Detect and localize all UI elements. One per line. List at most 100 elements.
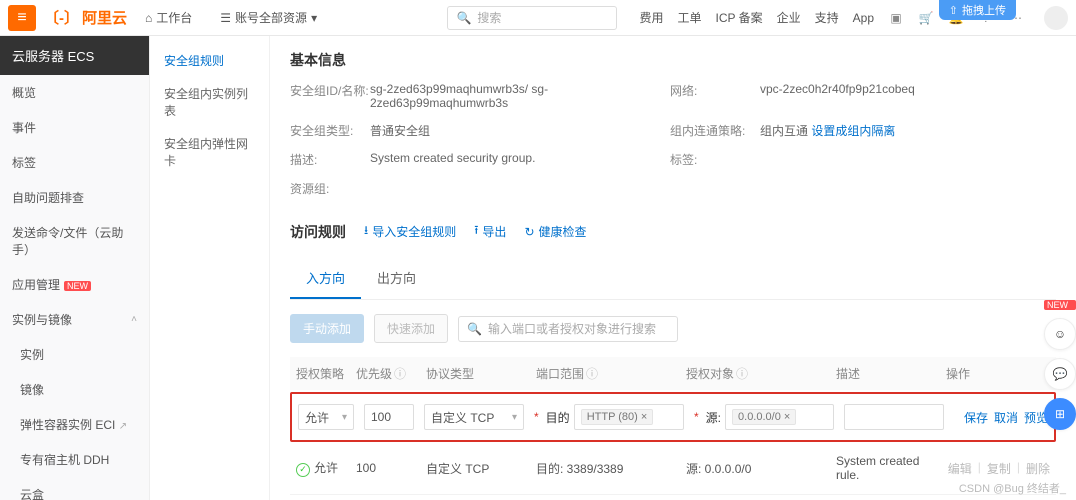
upload-badge[interactable]: ⇧拖拽上传 [939, 0, 1016, 20]
rail-apps-icon[interactable]: ⊞ [1044, 398, 1076, 430]
cell-policy: ✓允许 [296, 459, 356, 477]
col-policy: 授权策略 [296, 365, 356, 382]
protocol-select[interactable]: 自定义 TCP▾ [424, 404, 524, 430]
cell-port: 目的: 3389/3389 [536, 460, 686, 477]
close-icon[interactable]: × [641, 411, 647, 423]
priority-input[interactable]: 100 [364, 404, 414, 430]
policy-select[interactable]: 允许▾ [298, 404, 354, 430]
check-icon: ✓ [296, 463, 310, 477]
info-value: 组内互通 设置成组内隔离 [760, 122, 960, 139]
config-link[interactable]: 设置成组内隔离 [811, 124, 895, 138]
sidebar-item[interactable]: 自助问题排查 [0, 180, 149, 215]
dest-port-input[interactable]: HTTP (80)× [574, 404, 684, 430]
terminal-icon[interactable]: ▣ [888, 10, 904, 26]
nav-enterprise[interactable]: 企业 [777, 9, 801, 26]
cell-priority: 100 [356, 461, 426, 475]
cell-object: 源: 0.0.0.0/0 [686, 460, 836, 477]
direction-tabs: 入方向 出方向 [290, 258, 1056, 300]
rail-chat-icon[interactable]: 💬 [1044, 358, 1076, 390]
info-label: 安全组类型: [290, 122, 370, 139]
row-op[interactable]: 复制 [987, 460, 1011, 477]
info-value [760, 180, 960, 197]
export-rules-button[interactable]: ⭱导出 [474, 221, 506, 242]
close-icon[interactable]: × [784, 411, 790, 423]
info-icon: ⓘ [736, 367, 748, 381]
dest-label: 目的 [546, 409, 570, 426]
table-row: ✓允许100自定义 TCP目的: 22/22源: 0.0.0.0/0System… [290, 495, 1056, 500]
new-rule-form: 允许▾ 100 自定义 TCP▾ *目的 HTTP (80)× *源: 0.0.… [290, 392, 1056, 442]
col-protocol: 协议类型 [426, 365, 536, 382]
info-label [670, 180, 760, 197]
brand-logo[interactable]: 〔-〕阿里云 [44, 7, 127, 28]
info-value: System created security group. [370, 151, 670, 168]
manual-add-button[interactable]: 手动添加 [290, 314, 364, 343]
col-desc: 描述 [836, 365, 946, 382]
download-icon: ⭳ [364, 221, 368, 242]
subnav-instances[interactable]: 安全组内实例列表 [150, 77, 269, 127]
sidebar-item[interactable]: 弹性容器实例 ECI ↗ [0, 407, 149, 442]
sidebar-item[interactable]: 发送命令/文件（云助手） [0, 215, 149, 267]
rail-feedback-icon[interactable]: ☺ [1044, 318, 1076, 350]
row-op[interactable]: 删除 [1026, 460, 1050, 477]
info-value: sg-2zed63p99maqhumwrb3s/ sg-2zed63p99maq… [370, 82, 670, 110]
account-resource-dropdown[interactable]: ☰ 账号全部资源 ▾ [210, 5, 327, 30]
sidebar-item[interactable]: 专有宿主机 DDH [0, 442, 149, 477]
rules-table: 授权策略 优先级ⓘ 协议类型 端口范围ⓘ 授权对象ⓘ 描述 操作 允许▾ 100… [290, 357, 1056, 500]
nav-app[interactable]: App [853, 11, 874, 25]
health-check-button[interactable]: ↻健康检查 [524, 223, 586, 240]
sidebar-item[interactable]: 实例 [0, 337, 149, 372]
info-icon: ⓘ [394, 367, 406, 381]
col-priority: 优先级ⓘ [356, 365, 426, 382]
nav-icp[interactable]: ICP 备案 [715, 9, 762, 26]
sidebar-item[interactable]: 应用管理NEW [0, 267, 149, 302]
sidebar-item[interactable]: 标签 [0, 145, 149, 180]
row-op[interactable]: 编辑 [948, 460, 972, 477]
search-icon: 🔍 [467, 322, 482, 336]
info-label: 组内连通策略: [670, 122, 760, 139]
subnav-rules[interactable]: 安全组规则 [150, 44, 269, 77]
nav-billing[interactable]: 费用 [639, 9, 663, 26]
hamburger-menu-icon[interactable]: ≡ [8, 5, 36, 31]
info-label: 网络: [670, 82, 760, 110]
table-header: 授权策略 优先级ⓘ 协议类型 端口范围ⓘ 授权对象ⓘ 描述 操作 [290, 357, 1056, 390]
new-badge: NEW [1044, 300, 1076, 310]
sidebar-item[interactable]: 概览 [0, 75, 149, 110]
cancel-button[interactable]: 取消 [994, 409, 1018, 426]
cart-icon[interactable]: 🛒 [918, 10, 934, 26]
sidebar-item[interactable]: 镜像 [0, 372, 149, 407]
tab-inbound[interactable]: 入方向 [290, 258, 361, 299]
sidebar-item[interactable]: 事件 [0, 110, 149, 145]
rule-search-input[interactable]: 🔍输入端口或者授权对象进行搜索 [458, 316, 678, 342]
nav-ticket[interactable]: 工单 [677, 9, 701, 26]
cell-protocol: 自定义 TCP [426, 460, 536, 477]
avatar[interactable] [1044, 6, 1068, 30]
upload-icon: ⭱ [474, 221, 478, 242]
workspace-button[interactable]: ⌂ 工作台 [135, 5, 202, 30]
quick-add-button[interactable]: 快速添加 [374, 314, 448, 343]
global-search-input[interactable]: 🔍搜索 [447, 6, 617, 30]
desc-input[interactable] [844, 404, 944, 430]
col-ops: 操作 [946, 365, 1026, 382]
main-content: 基本信息 安全组ID/名称:sg-2zed63p99maqhumwrb3s/ s… [270, 36, 1076, 500]
table-row: ✓允许100自定义 TCP目的: 3389/3389源: 0.0.0.0/0Sy… [290, 442, 1056, 495]
right-rail: NEW ☺ 💬 ⊞ [1044, 300, 1076, 430]
http-chip[interactable]: HTTP (80)× [581, 409, 654, 425]
cell-ops: 编辑|复制|删除 [948, 460, 1050, 477]
info-label: 标签: [670, 151, 760, 168]
col-object: 授权对象ⓘ [686, 365, 836, 382]
sub-nav: 安全组规则 安全组内实例列表 安全组内弹性网卡 [150, 36, 270, 500]
save-button[interactable]: 保存 [964, 409, 988, 426]
subnav-eni[interactable]: 安全组内弹性网卡 [150, 127, 269, 177]
sidebar-item[interactable]: 实例与镜像˄ [0, 302, 149, 337]
info-value [370, 180, 670, 197]
sidebar-item[interactable]: 云盒 [0, 477, 149, 500]
nav-support[interactable]: 支持 [815, 9, 839, 26]
cidr-chip[interactable]: 0.0.0.0/0× [732, 409, 796, 425]
refresh-icon: ↻ [524, 225, 534, 239]
source-input[interactable]: 0.0.0.0/0× [725, 404, 834, 430]
topbar: ≡ 〔-〕阿里云 ⌂ 工作台 ☰ 账号全部资源 ▾ 🔍搜索 费用 工单 ICP … [0, 0, 1076, 36]
access-rules-title: 访问规则 [290, 222, 346, 242]
import-rules-button[interactable]: ⭳导入安全组规则 [364, 221, 456, 242]
info-label: 资源组: [290, 180, 370, 197]
tab-outbound[interactable]: 出方向 [361, 258, 432, 299]
